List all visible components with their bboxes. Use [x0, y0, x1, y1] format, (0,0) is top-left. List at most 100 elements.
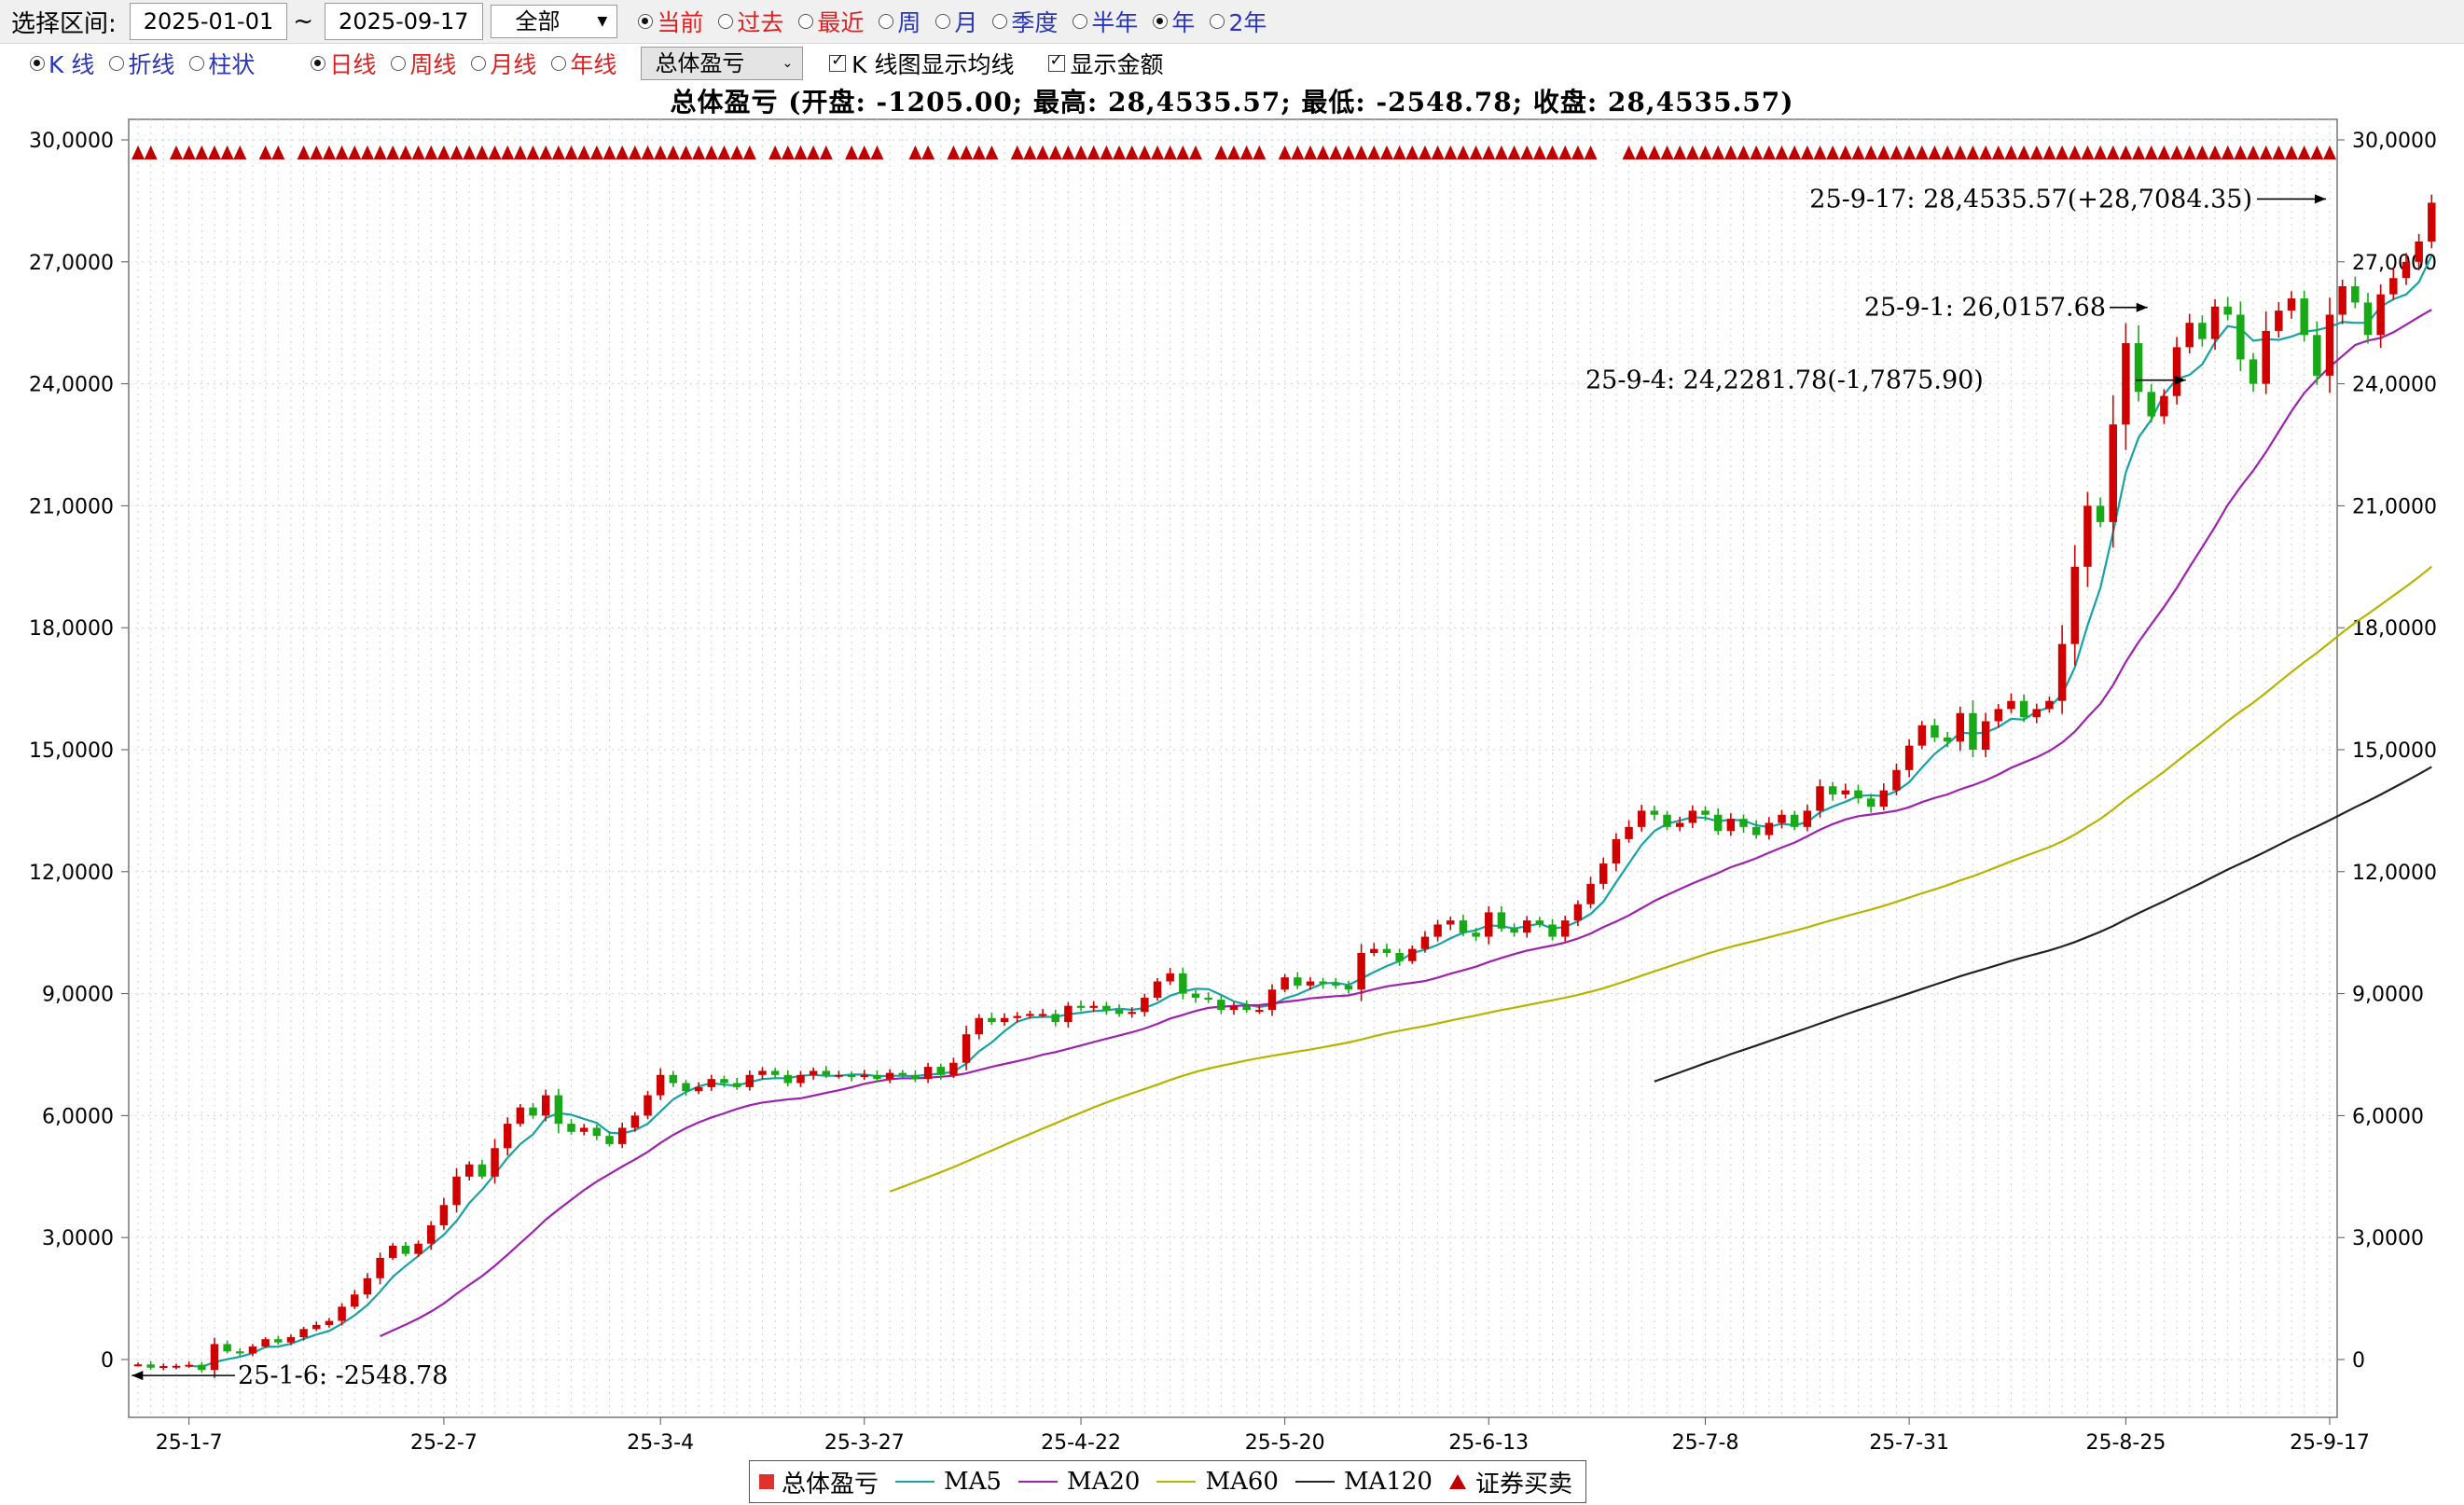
- date-from-input[interactable]: 2025-01-01: [129, 3, 288, 40]
- trade-signal-marker: [144, 145, 158, 159]
- radio-icon: [1153, 14, 1169, 29]
- periods-option-6[interactable]: 半年: [1073, 5, 1138, 38]
- trade-signal-marker: [1074, 145, 1088, 159]
- trade-signal-marker: [1061, 145, 1075, 159]
- trade-signal-marker: [1698, 145, 1712, 159]
- ctypes-option-0[interactable]: K 线: [30, 47, 94, 80]
- trade-signal-marker: [628, 145, 642, 159]
- radio-icon: [992, 14, 1008, 29]
- candle-body: [1191, 993, 1200, 998]
- candle-body: [1969, 712, 1977, 750]
- legend-item: 证券买卖: [1448, 1465, 1572, 1499]
- trade-signal-marker: [1991, 145, 2005, 159]
- x-tick-label: 25-3-4: [627, 1431, 694, 1455]
- candle-body: [2172, 347, 2181, 396]
- candle-body: [630, 1115, 640, 1128]
- trade-signal-marker: [1469, 145, 1483, 159]
- candle-body: [617, 1127, 627, 1144]
- periods-option-3[interactable]: 周: [879, 5, 921, 38]
- trade-signal-marker: [666, 145, 680, 159]
- candle-body: [159, 1365, 168, 1368]
- periods-option-8[interactable]: 2年: [1210, 5, 1267, 38]
- trade-signal-marker: [1941, 145, 1955, 159]
- annotation-label: 25-1-6: -2548.78: [238, 1361, 448, 1390]
- trade-signal-marker: [2195, 145, 2209, 159]
- period-radio-group: 当前 过去 最近 周 月 季度 半年 年 2年: [623, 5, 1267, 38]
- candle-body: [1447, 920, 1455, 925]
- trade-signal-marker: [360, 145, 374, 159]
- trade-signal-marker: [2056, 145, 2069, 159]
- radio-label: 年线: [570, 51, 617, 78]
- trade-signal-marker: [551, 145, 565, 159]
- candle-body: [491, 1148, 499, 1177]
- ma120-line: [1654, 766, 2432, 1083]
- candle-body: [1472, 932, 1480, 937]
- candle-body: [720, 1079, 728, 1084]
- radio-icon: [1210, 14, 1225, 29]
- trade-signal-marker: [2106, 145, 2120, 159]
- candle-body: [478, 1164, 487, 1177]
- candle-body: [923, 1067, 933, 1080]
- candle-body: [1128, 1012, 1136, 1015]
- freqs-option-3[interactable]: 年线: [551, 47, 616, 80]
- show-ma-checkbox[interactable]: K 线图显示均线: [829, 47, 1015, 80]
- trade-signal-marker: [2042, 145, 2056, 159]
- candle-body: [732, 1083, 741, 1087]
- candle-body: [554, 1095, 563, 1125]
- freqs-option-0[interactable]: 日线: [311, 47, 376, 80]
- trade-signal-marker: [1113, 145, 1127, 159]
- date-to-input[interactable]: 2025-09-17: [325, 3, 483, 40]
- trade-signal-marker: [1864, 145, 1878, 159]
- radio-label: 季度: [1011, 9, 1059, 36]
- trade-signal-marker: [1354, 145, 1368, 159]
- candle-body: [1114, 1010, 1124, 1015]
- candle-body: [707, 1079, 716, 1087]
- chevron-down-icon: ⌄: [782, 56, 794, 71]
- trade-signal-marker: [513, 145, 527, 159]
- trade-signal-marker: [1163, 145, 1177, 159]
- ctypes-option-1[interactable]: 折线: [109, 47, 174, 80]
- trade-signal-marker: [1023, 145, 1037, 159]
- show-amount-checkbox[interactable]: 显示金额: [1047, 47, 1164, 80]
- trade-signal-marker: [539, 145, 553, 159]
- candle-body: [1280, 977, 1289, 990]
- annotation-arrow-head: [2136, 302, 2148, 312]
- metric-select[interactable]: 总体盈亏 ⌄: [641, 47, 804, 80]
- candle-body: [1751, 826, 1761, 835]
- radio-icon: [798, 14, 814, 29]
- periods-option-2[interactable]: 最近: [798, 5, 864, 38]
- periods-option-5[interactable]: 季度: [992, 5, 1058, 38]
- trade-signal-marker: [2081, 145, 2095, 159]
- candle-body: [1229, 1005, 1239, 1011]
- periods-option-0[interactable]: 当前: [638, 5, 703, 38]
- trade-signal-marker: [857, 145, 871, 159]
- radio-icon: [551, 56, 567, 71]
- candle-body: [2363, 302, 2373, 336]
- candle-body: [2351, 285, 2360, 303]
- periods-option-7[interactable]: 年: [1153, 5, 1195, 38]
- periods-option-1[interactable]: 过去: [718, 5, 783, 38]
- candle-body: [669, 1074, 678, 1084]
- candle-body: [1319, 981, 1327, 984]
- trade-signal-marker: [1750, 145, 1764, 159]
- scope-select[interactable]: 全部 ▼: [490, 5, 618, 38]
- annotation-label: 25-9-17: 28,4535.57(+28,7084.35): [1809, 185, 2252, 214]
- candle-body: [1917, 725, 1927, 746]
- y-tick-label-right: 18,0000: [2352, 617, 2437, 641]
- x-tick-label: 25-9-17: [2290, 1431, 2370, 1455]
- ctypes-option-2[interactable]: 柱状: [189, 47, 255, 80]
- freqs-option-2[interactable]: 月线: [471, 47, 536, 80]
- trade-signal-marker: [233, 145, 247, 159]
- candle-body: [1013, 1015, 1021, 1018]
- radio-label: 柱状: [208, 51, 256, 78]
- freqs-option-1[interactable]: 周线: [391, 47, 456, 80]
- trade-signal-marker: [1685, 145, 1699, 159]
- candle-body: [1892, 769, 1901, 791]
- trade-signal-marker: [1800, 145, 1814, 159]
- candle-body: [2415, 242, 2423, 262]
- trade-signal-marker: [297, 145, 311, 159]
- candle-body: [2045, 700, 2054, 710]
- trade-signal-marker: [1303, 145, 1317, 159]
- periods-option-4[interactable]: 月: [935, 5, 977, 38]
- trade-signal-marker: [1405, 145, 1419, 159]
